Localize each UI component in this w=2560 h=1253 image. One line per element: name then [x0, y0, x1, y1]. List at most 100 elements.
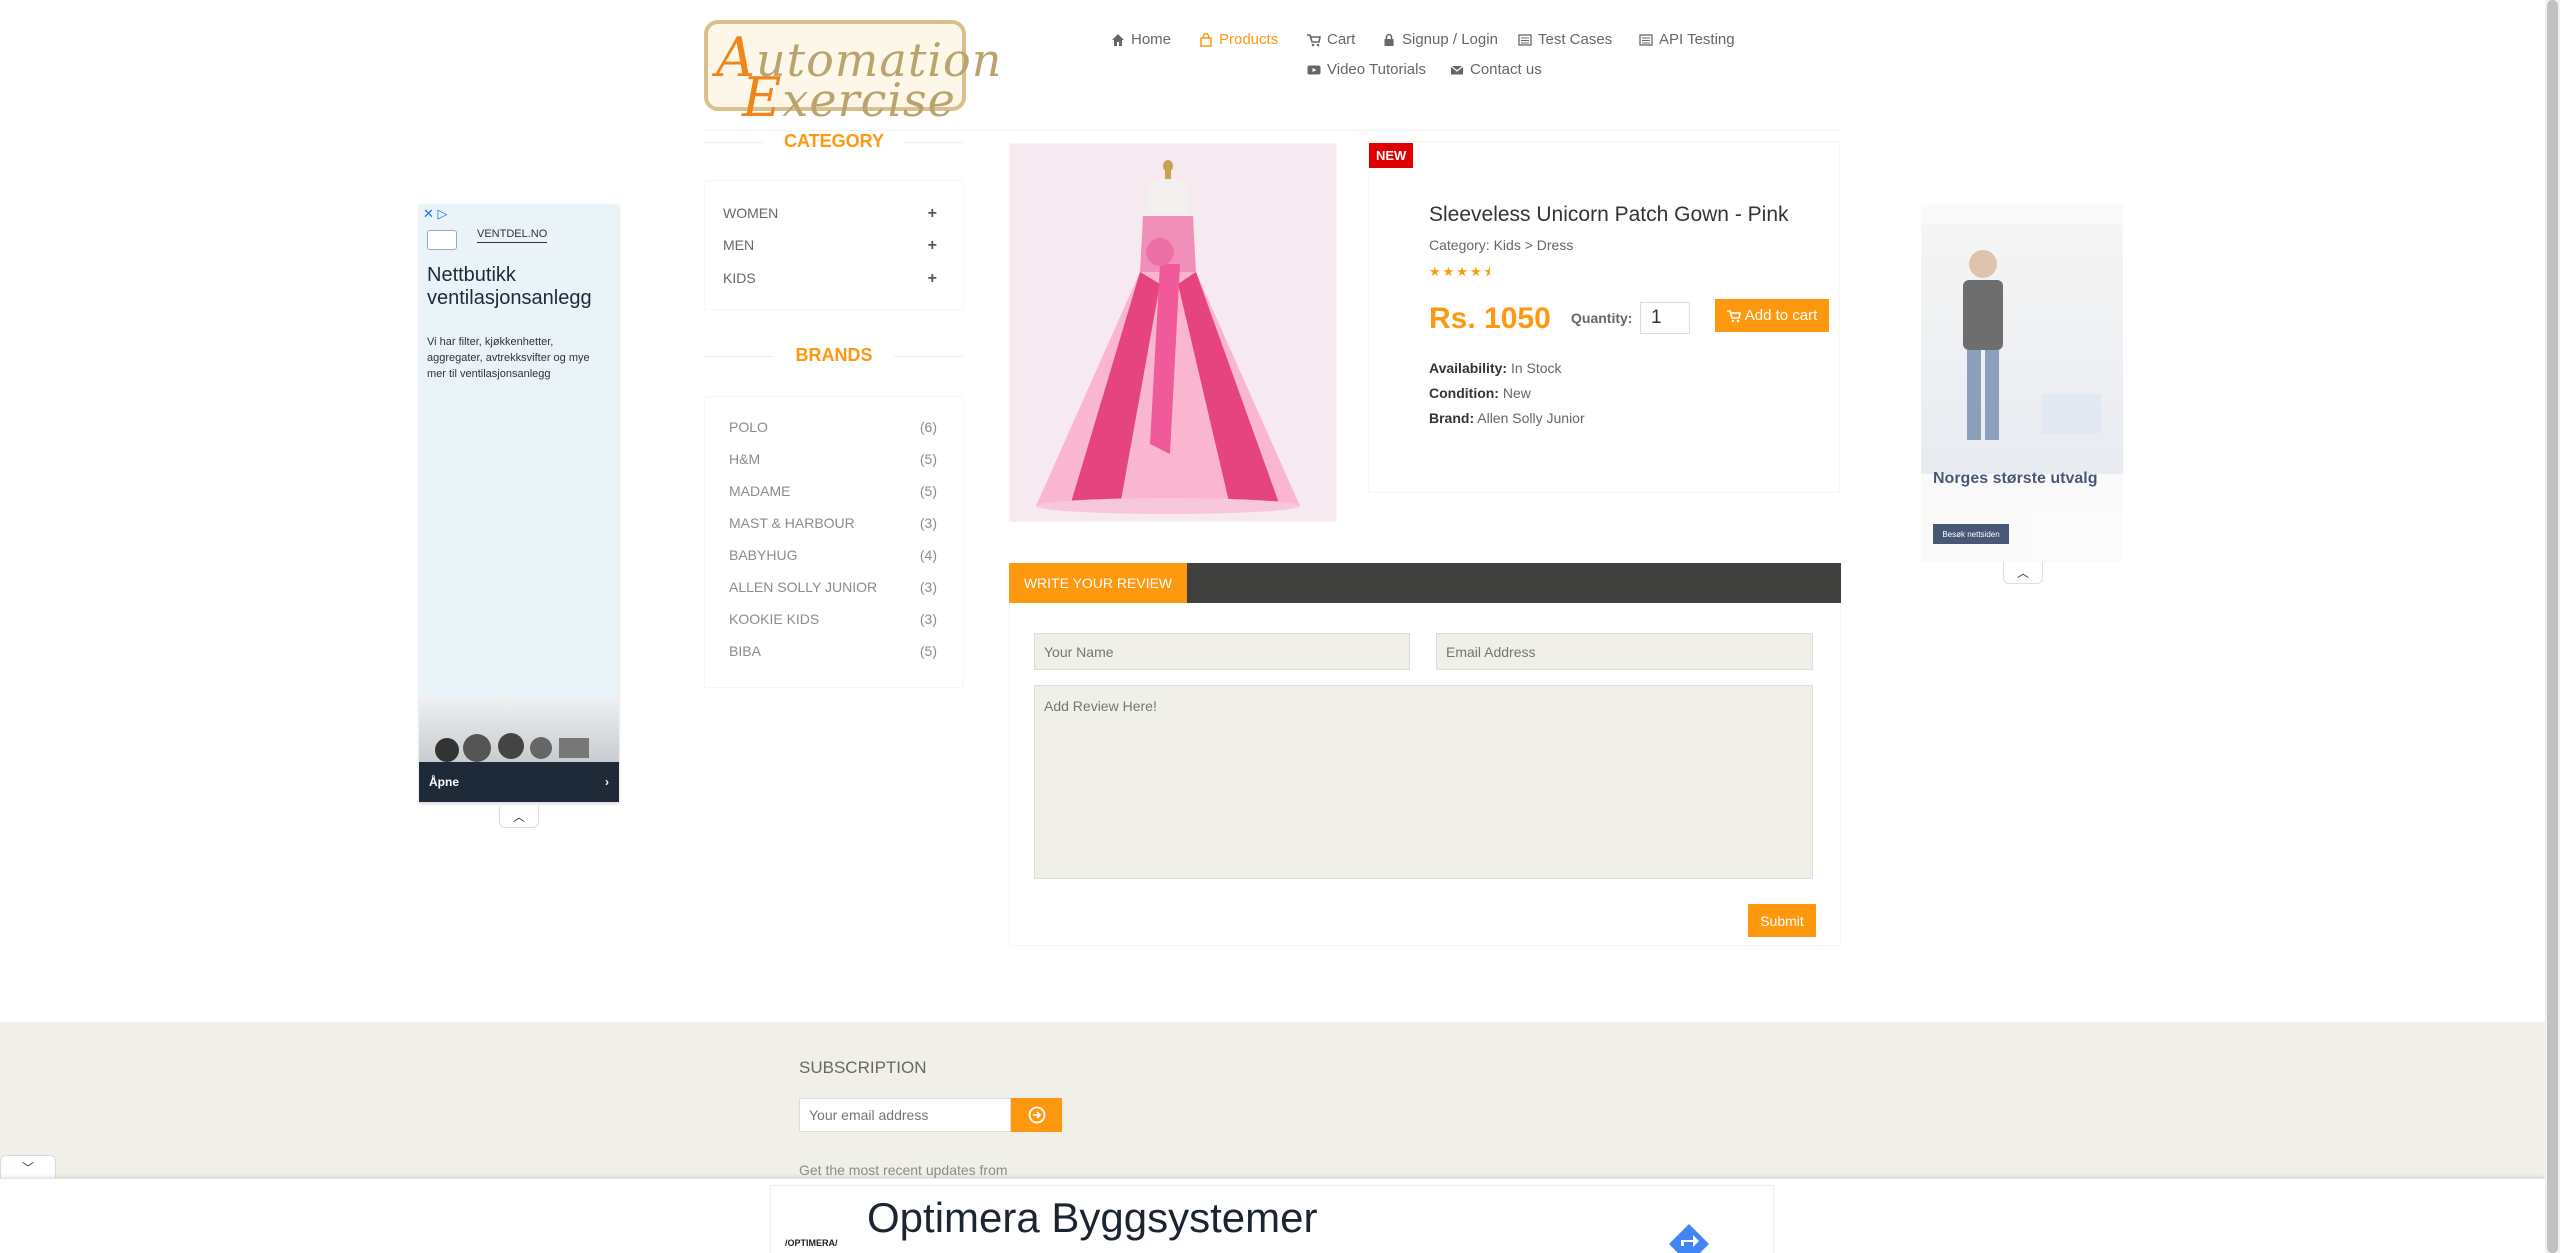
list-icon [1639, 33, 1653, 46]
product-rating: ★★★★⯨ [1429, 264, 1493, 279]
chevron-up-icon: ︿ [512, 810, 525, 824]
quantity-input[interactable] [1640, 302, 1690, 334]
add-to-cart-button[interactable]: Add to cart [1715, 299, 1829, 332]
brand: Brand: Allen Solly Junior [1429, 410, 1585, 426]
brand-item-biba[interactable]: BIBA (5) [729, 643, 937, 659]
site-logo[interactable]: Automation Exercise [704, 20, 1001, 129]
product-category: Category: Kids > Dress [1429, 237, 1574, 253]
nav-cart-label: Cart [1327, 31, 1356, 48]
category-label: KIDS [723, 270, 756, 286]
ad-product-illustration [435, 733, 589, 762]
brand-label: MAST & HARBOUR [729, 515, 855, 531]
cart-icon [1726, 309, 1741, 322]
category-title: CATEGORY [764, 131, 904, 152]
nav-test-cases[interactable]: Test Cases [1518, 31, 1612, 48]
ad-right-collapse-button[interactable]: ︿ [2003, 562, 2043, 584]
brand-item-madame[interactable]: MADAME (5) [729, 483, 937, 499]
brand-count: (4) [919, 547, 937, 563]
nav-test-cases-label: Test Cases [1538, 31, 1613, 48]
nav-home[interactable]: Home [1111, 31, 1171, 48]
plus-icon[interactable]: + [928, 270, 937, 288]
chevron-up-icon: ︿ [2016, 566, 2029, 580]
brand-count: (3) [919, 611, 937, 627]
new-badge: NEW [1369, 143, 1414, 168]
brand-item-mast-harbour[interactable]: MAST & HARBOUR (3) [729, 515, 937, 531]
nav-video-tutorials[interactable]: Video Tutorials [1307, 61, 1426, 78]
subscribe-button[interactable] [1011, 1098, 1062, 1132]
plus-icon[interactable]: + [928, 205, 937, 223]
subscription-title: SUBSCRIPTION [799, 1058, 927, 1077]
lock-icon [1384, 33, 1394, 46]
nav-video-tutorials-label: Video Tutorials [1327, 61, 1426, 78]
bottom-ad-brand: /OPTIMERA/ [785, 1238, 838, 1248]
availability: Availability: In Stock [1429, 360, 1562, 376]
category-label: MEN [723, 237, 755, 253]
brand-item-allen-solly-junior[interactable]: ALLEN SOLLY JUNIOR (3) [729, 579, 937, 595]
ad-logo [427, 230, 457, 250]
brand-item-babyhug[interactable]: BABYHUG (4) [729, 547, 937, 563]
nav-api-testing-label: API Testing [1659, 31, 1735, 48]
review-email-input[interactable] [1436, 633, 1813, 670]
brand-count: (5) [919, 483, 937, 499]
nav-contact-us-label: Contact us [1470, 61, 1542, 78]
brand-label: H&M [729, 451, 761, 467]
ad-left-collapse-button[interactable]: ︿ [499, 806, 539, 828]
ad-product-image [419, 698, 619, 762]
ad-right-person-illustration [1963, 250, 2101, 440]
brand-count: (5) [919, 643, 937, 659]
arrow-circle-right-icon [1028, 1106, 1045, 1124]
product-name: Sleeveless Unicorn Patch Gown - Pink [1429, 203, 1789, 226]
product-image [1009, 143, 1337, 522]
ad-right[interactable]: Norges største utvalg Besøk nettsiden [1921, 204, 2123, 562]
review-textarea[interactable] [1034, 685, 1813, 879]
brand-item-hm[interactable]: H&M (5) [729, 451, 937, 467]
category-item-women[interactable]: WOMEN + [723, 205, 937, 223]
subscription-description: Get the most recent updates from [799, 1162, 1008, 1178]
ad-body: Vi har filter, kjøkkenhetter, aggregater… [427, 336, 590, 380]
page-scrollbar-thumb[interactable] [2547, 0, 2558, 1253]
brand-label: ALLEN SOLLY JUNIOR [729, 579, 878, 595]
nav-contact-us[interactable]: Contact us [1450, 61, 1542, 78]
brands-panel: POLO (6) H&M (5) MADAME (5) MAST & HARBOUR (… [704, 396, 964, 688]
cart-icon [1307, 33, 1321, 46]
category-label: WOMEN [723, 205, 779, 221]
envelope-icon [1450, 65, 1464, 74]
nav-products-label: Products [1219, 31, 1279, 48]
submit-review-button[interactable]: Submit [1748, 904, 1816, 937]
review-name-input[interactable] [1034, 633, 1410, 670]
youtube-icon [1307, 65, 1321, 74]
nav-home-label: Home [1131, 31, 1172, 48]
tab-write-review[interactable]: WRITE YOUR REVIEW [1009, 563, 1187, 603]
ad-choices-icon[interactable]: ✕ ▷ [423, 206, 448, 222]
home-icon [1112, 33, 1124, 46]
subscription-email-input[interactable] [799, 1098, 1011, 1132]
condition: Condition: New [1429, 385, 1531, 401]
ad-open-button[interactable]: Åpne › [419, 762, 619, 802]
ad-right-headline: Norges største utvalg [1933, 470, 2098, 487]
category-item-kids[interactable]: KIDS + [723, 270, 937, 288]
bottom-ad-collapse-button[interactable]: ﹀ [0, 1155, 56, 1179]
logo-line-2: Exercise [742, 66, 956, 129]
nav-products[interactable]: Products [1199, 31, 1278, 48]
category-item-men[interactable]: MEN + [723, 237, 937, 255]
brand-count: (5) [919, 451, 937, 467]
brands-title: BRANDS [774, 345, 894, 366]
brand-item-polo[interactable]: POLO (6) [729, 419, 937, 435]
chevron-right-icon: › [605, 775, 609, 789]
quantity-label: Quantity: [1571, 310, 1633, 326]
plus-icon[interactable]: + [928, 237, 937, 255]
brand-item-kookie-kids[interactable]: KOOKIE KIDS (3) [729, 611, 937, 627]
nav-api-testing[interactable]: API Testing [1639, 31, 1735, 48]
ad-right-cta[interactable]: Besøk nettsiden [1933, 524, 2009, 544]
ad-domain: VENTDEL.NO [477, 228, 548, 243]
nav-signup-login-label: Signup / Login [1402, 31, 1498, 48]
brand-count: (6) [919, 419, 937, 435]
bottom-ad-creative[interactable]: /OPTIMERA/ Optimera Byggsystemer [770, 1185, 1774, 1253]
brand-label: POLO [729, 419, 768, 435]
nav-signup-login[interactable]: Signup / Login [1382, 31, 1498, 48]
nav-cart[interactable]: Cart [1307, 31, 1355, 48]
bottom-ad-headline: Optimera Byggsystemer [867, 1194, 1318, 1241]
dress-image [1010, 144, 1336, 521]
ad-left[interactable]: ✕ ▷ VENTDEL.NO Nettbutikk ventilasjonsan… [419, 204, 619, 802]
bottom-anchor-ad[interactable]: /OPTIMERA/ Optimera Byggsystemer [0, 1178, 2545, 1253]
